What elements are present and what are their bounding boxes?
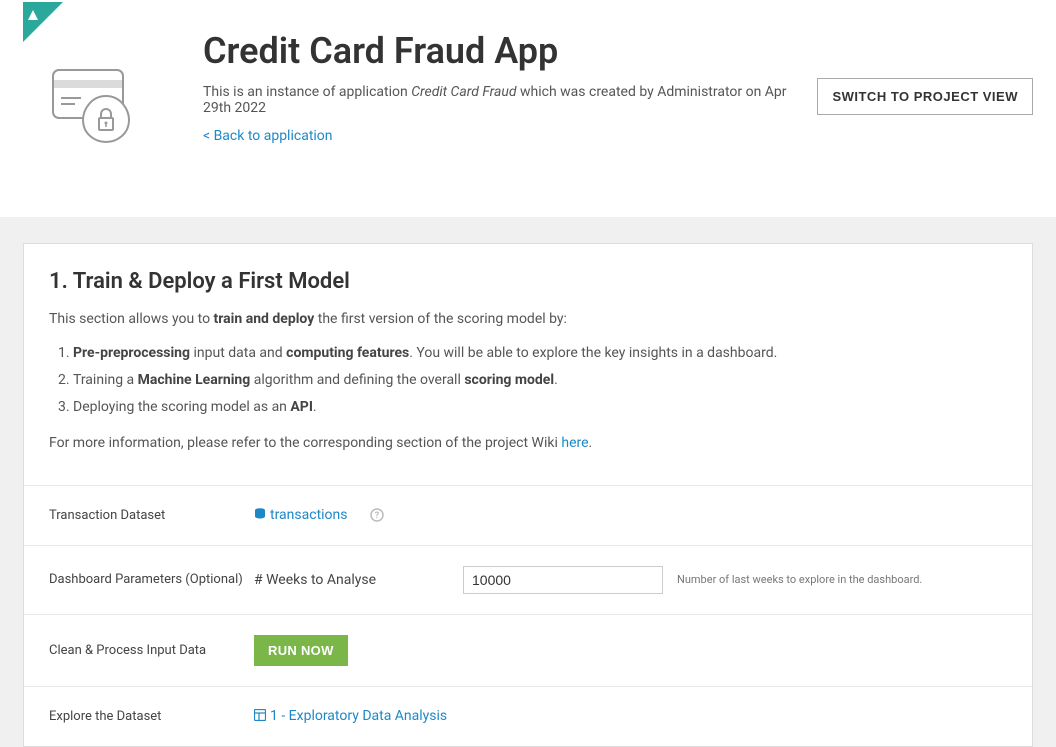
dashboard-parameters-row: Dashboard Parameters (Optional) # Weeks … [24,545,1032,614]
header-region: Credit Card Fraud App This is an instanc… [0,0,1056,218]
exploratory-data-analysis-link[interactable]: 1 - Exploratory Data Analysis [254,708,447,724]
switch-to-project-view-button[interactable]: SWITCH TO PROJECT VIEW [817,78,1033,115]
section-more-info: For more information, please refer to th… [49,432,1007,454]
section-title: 1. Train & Deploy a First Model [49,269,1007,294]
page-title: Credit Card Fraud App [203,30,787,72]
weeks-hint: Number of last weeks to explore in the d… [677,573,922,586]
content-region: 1. Train & Deploy a First Model This sec… [0,218,1056,747]
clean-process-row: Clean & Process Input Data RUN NOW [24,614,1032,686]
database-icon [254,508,266,520]
transactions-dataset-link[interactable]: transactions [254,507,348,523]
list-item: Pre-preprocessing input data and computi… [73,340,1007,367]
row-label: Dashboard Parameters (Optional) [49,572,254,587]
row-label: Explore the Dataset [49,709,254,724]
subtitle-appname: Credit Card Fraud [411,84,516,100]
weeks-to-analyse-label: # Weeks to Analyse [254,572,449,588]
section-intro: This section allows you to train and dep… [49,308,1007,330]
main-card: 1. Train & Deploy a First Model This sec… [23,243,1033,747]
list-item: Training a Machine Learning algorithm an… [73,367,1007,394]
row-label: Clean & Process Input Data [49,643,254,658]
row-label: Transaction Dataset [49,508,254,523]
list-item: Deploying the scoring model as an API. [73,394,1007,421]
subtitle-prefix: This is an instance of application [203,84,411,100]
wiki-here-link[interactable]: here [561,435,588,451]
dashboard-icon [254,709,266,721]
svg-text:?: ? [374,511,379,521]
weeks-to-analyse-input[interactable] [463,566,663,594]
page-subtitle: This is an instance of application Credi… [203,84,787,116]
back-to-application-link[interactable]: < Back to application [203,128,333,144]
credit-card-lock-icon [51,68,173,147]
transaction-dataset-row: Transaction Dataset transactions ? [24,485,1032,545]
corner-badge-icon [23,2,63,42]
run-now-button[interactable]: RUN NOW [254,635,348,666]
explore-dataset-row: Explore the Dataset 1 - Exploratory Data… [24,686,1032,746]
app-logo-area [23,30,173,147]
section-steps-list: Pre-preprocessing input data and computi… [73,340,1007,420]
help-icon[interactable]: ? [370,508,384,522]
